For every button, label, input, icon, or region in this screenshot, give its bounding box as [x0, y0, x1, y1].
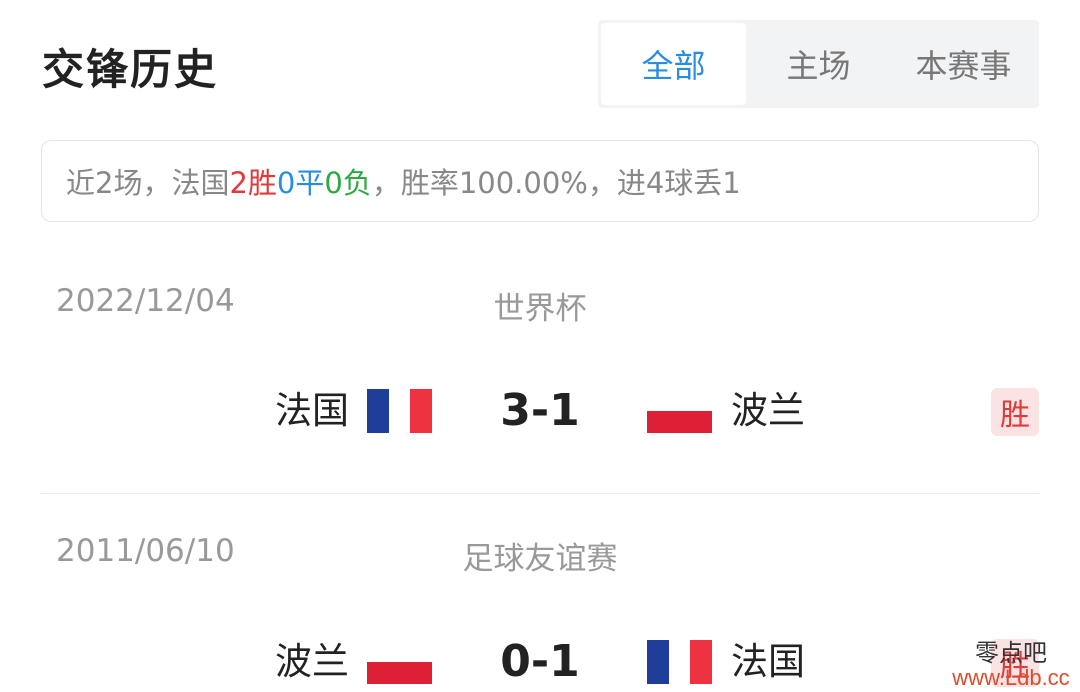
tab-this-competition[interactable]: 本赛事 [891, 23, 1036, 105]
summary-suffix: ，胜率100.00%，进4球丢1 [371, 166, 741, 200]
match-competition: 足球友谊赛 [462, 541, 618, 577]
match-score: 0-1 [500, 636, 580, 687]
record-summary: 近2场，法国 2胜 0平 0负 ，胜率100.00%，进4球丢1 [41, 140, 1039, 222]
result-badge: 胜 [991, 388, 1039, 436]
away-team-name: 波兰 [731, 389, 805, 432]
france-flag-icon [647, 640, 712, 684]
tab-all[interactable]: 全部 [601, 23, 746, 105]
poland-flag-icon [647, 389, 712, 433]
match-score: 3-1 [500, 385, 580, 436]
match-divider [41, 493, 1039, 494]
watermark: 零点吧 www.Ldb.cc [946, 640, 1076, 691]
watermark-url: www.Ldb.cc [952, 665, 1070, 691]
summary-losses: 0负 [324, 166, 372, 200]
summary-draws: 0平 [276, 166, 325, 200]
watermark-text: 零点吧 [975, 639, 1047, 667]
page-title: 交锋历史 [42, 45, 219, 94]
summary-wins: 2胜 [229, 166, 277, 200]
away-team-name: 法国 [731, 640, 805, 683]
match-competition: 世界杯 [493, 291, 587, 327]
filter-tabs: 全部 主场 本赛事 [598, 20, 1039, 108]
summary-prefix: 近2场，法国 [66, 166, 230, 200]
tab-home[interactable]: 主场 [746, 23, 891, 105]
